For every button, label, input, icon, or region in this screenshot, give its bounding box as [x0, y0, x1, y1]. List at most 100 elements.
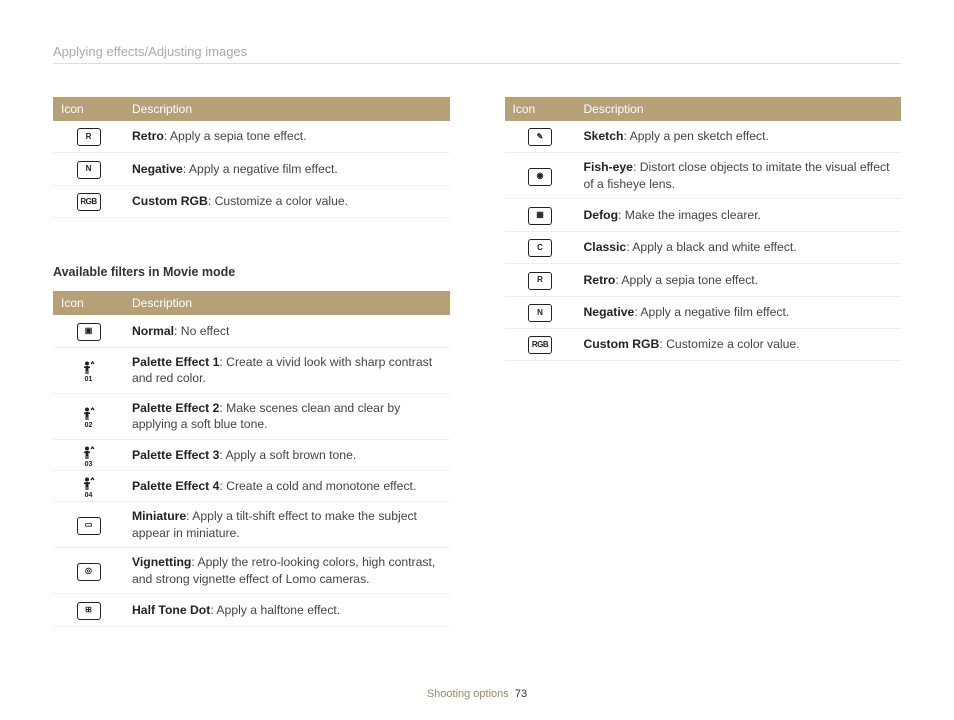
filter-term: Normal: [132, 324, 174, 338]
description-cell: Palette Effect 1: Create a vivid look wi…: [124, 347, 450, 393]
table-row: 01Palette Effect 1: Create a vivid look …: [53, 347, 450, 393]
description-cell: Classic: Apply a black and white effect.: [576, 231, 902, 263]
table-row: NNegative: Apply a negative film effect.: [53, 153, 450, 185]
th-desc: Description: [124, 291, 450, 315]
description-cell: Normal: No effect: [124, 315, 450, 347]
negative-icon: N: [53, 153, 124, 185]
filter-term: Palette Effect 4: [132, 479, 219, 493]
manual-page: Applying effects/Adjusting images Icon D…: [0, 0, 954, 720]
description-cell: Retro: Apply a sepia tone effect.: [576, 264, 902, 296]
description-cell: Palette Effect 4: Create a cold and mono…: [124, 470, 450, 501]
filter-term: Negative: [132, 162, 183, 176]
miniature-icon: ▭: [53, 502, 124, 548]
defog-icon: ▦: [505, 199, 576, 231]
table-row: RRetro: Apply a sepia tone effect.: [505, 264, 902, 296]
table-row: 02Palette Effect 2: Make scenes clean an…: [53, 393, 450, 439]
palette4-icon: 04: [53, 470, 124, 501]
description-cell: Miniature: Apply a tilt-shift effect to …: [124, 502, 450, 548]
filter-term: Defog: [584, 208, 619, 222]
palette2-icon: 02: [53, 393, 124, 439]
description-cell: Half Tone Dot: Apply a halftone effect.: [124, 594, 450, 626]
filter-term: Classic: [584, 240, 627, 254]
filter-term: Negative: [584, 305, 635, 319]
description-cell: Negative: Apply a negative film effect.: [124, 153, 450, 185]
description-cell: Negative: Apply a negative film effect.: [576, 296, 902, 328]
sketch-icon: ✎: [505, 121, 576, 153]
fisheye-icon: ◉: [505, 153, 576, 199]
table-row: ◉Fish-eye: Distort close objects to imit…: [505, 153, 902, 199]
table-row: RGBCustom RGB: Customize a color value.: [53, 185, 450, 217]
breadcrumb: Applying effects/Adjusting images: [53, 44, 901, 59]
filter-desc: : Apply a pen sketch effect.: [623, 129, 768, 143]
description-cell: Vignetting: Apply the retro-looking colo…: [124, 548, 450, 594]
description-cell: Custom RGB: Customize a color value.: [576, 328, 902, 360]
normal-icon: ▣: [53, 315, 124, 347]
filter-desc: : Create a cold and monotone effect.: [219, 479, 416, 493]
filter-term: Miniature: [132, 509, 186, 523]
filter-term: Fish-eye: [584, 160, 633, 174]
table-row: RGBCustom RGB: Customize a color value.: [505, 328, 902, 360]
table-row: ◎Vignetting: Apply the retro-looking col…: [53, 548, 450, 594]
halftone-icon: ⊞: [53, 594, 124, 626]
description-cell: Palette Effect 2: Make scenes clean and …: [124, 393, 450, 439]
filter-desc: : Customize a color value.: [659, 337, 799, 351]
classic-icon: C: [505, 231, 576, 263]
filter-term: Palette Effect 1: [132, 355, 219, 369]
table-row: ▭Miniature: Apply a tilt-shift effect to…: [53, 502, 450, 548]
filter-desc: : Apply a halftone effect.: [210, 603, 340, 617]
table-row: ✎Sketch: Apply a pen sketch effect.: [505, 121, 902, 153]
page-footer: Shooting options 73: [0, 688, 954, 700]
retro-icon: R: [505, 264, 576, 296]
th-icon: Icon: [53, 97, 124, 121]
right-column: Icon Description ✎Sketch: Apply a pen sk…: [505, 97, 902, 627]
filter-desc: : Apply a sepia tone effect.: [164, 129, 307, 143]
filter-term: Vignetting: [132, 555, 191, 569]
table-row: NNegative: Apply a negative film effect.: [505, 296, 902, 328]
table-row: ▦Defog: Make the images clearer.: [505, 199, 902, 231]
divider: [53, 63, 901, 64]
page-number: 73: [515, 688, 527, 700]
retro-icon: R: [53, 121, 124, 153]
custom-rgb-icon: RGB: [53, 185, 124, 217]
table-row: ▣Normal: No effect: [53, 315, 450, 347]
filter-table-2: Icon Description ▣Normal: No effect01Pal…: [53, 291, 450, 627]
table-row: 03Palette Effect 3: Apply a soft brown t…: [53, 439, 450, 470]
th-desc: Description: [576, 97, 902, 121]
filter-desc: : Customize a color value.: [208, 194, 348, 208]
filter-desc: : Make the images clearer.: [618, 208, 761, 222]
filter-term: Half Tone Dot: [132, 603, 210, 617]
footer-section-label: Shooting options: [427, 688, 509, 700]
filter-term: Retro: [132, 129, 164, 143]
filter-term: Palette Effect 2: [132, 401, 219, 415]
filter-table-3: Icon Description ✎Sketch: Apply a pen sk…: [505, 97, 902, 361]
filter-term: Custom RGB: [132, 194, 208, 208]
custom-rgb-icon: RGB: [505, 328, 576, 360]
table-row: ⊞Half Tone Dot: Apply a halftone effect.: [53, 594, 450, 626]
table-row: 04Palette Effect 4: Create a cold and mo…: [53, 470, 450, 501]
palette3-icon: 03: [53, 439, 124, 470]
filter-term: Palette Effect 3: [132, 448, 219, 462]
description-cell: Defog: Make the images clearer.: [576, 199, 902, 231]
th-icon: Icon: [53, 291, 124, 315]
th-desc: Description: [124, 97, 450, 121]
columns: Icon Description RRetro: Apply a sepia t…: [53, 97, 901, 627]
table-row: CClassic: Apply a black and white effect…: [505, 231, 902, 263]
section-title: Available filters in Movie mode: [53, 265, 450, 279]
filter-desc: : Apply a negative film effect.: [183, 162, 338, 176]
left-column: Icon Description RRetro: Apply a sepia t…: [53, 97, 450, 627]
palette1-icon: 01: [53, 347, 124, 393]
description-cell: Palette Effect 3: Apply a soft brown ton…: [124, 439, 450, 470]
negative-icon: N: [505, 296, 576, 328]
description-cell: Sketch: Apply a pen sketch effect.: [576, 121, 902, 153]
description-cell: Retro: Apply a sepia tone effect.: [124, 121, 450, 153]
filter-desc: : Apply a sepia tone effect.: [615, 273, 758, 287]
filter-term: Custom RGB: [584, 337, 660, 351]
filter-desc: : No effect: [174, 324, 229, 338]
filter-table-1: Icon Description RRetro: Apply a sepia t…: [53, 97, 450, 218]
filter-desc: : Apply a black and white effect.: [626, 240, 797, 254]
filter-desc: : Apply a soft brown tone.: [219, 448, 356, 462]
filter-term: Sketch: [584, 129, 624, 143]
table-row: RRetro: Apply a sepia tone effect.: [53, 121, 450, 153]
description-cell: Custom RGB: Customize a color value.: [124, 185, 450, 217]
th-icon: Icon: [505, 97, 576, 121]
